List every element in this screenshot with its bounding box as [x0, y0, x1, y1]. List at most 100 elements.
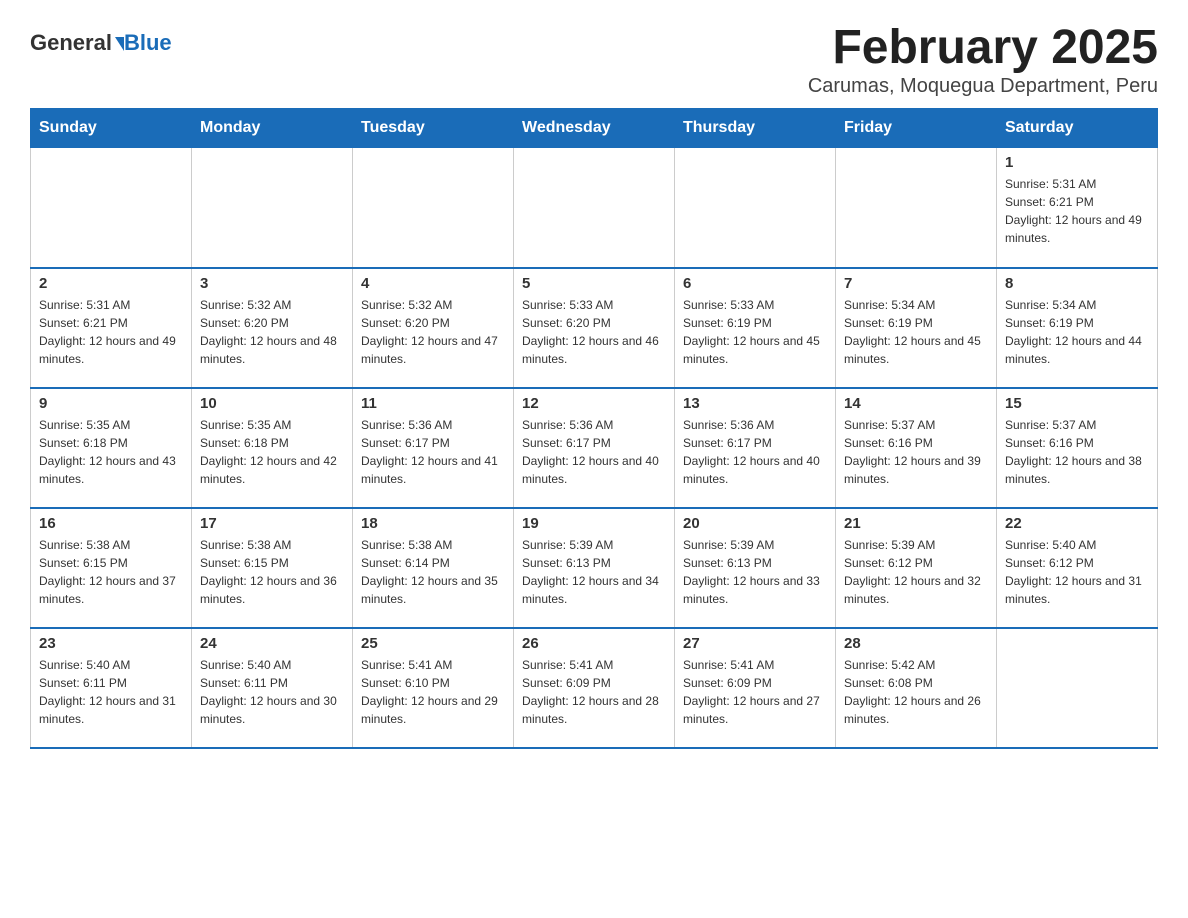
day-info: Sunrise: 5:37 AM Sunset: 6:16 PM Dayligh…: [844, 416, 988, 488]
calendar-cell: [353, 148, 514, 268]
calendar-cell: [514, 148, 675, 268]
calendar-cell: 19 Sunrise: 5:39 AM Sunset: 6:13 PM Dayli…: [514, 508, 675, 628]
day-number: 10: [200, 395, 344, 412]
calendar-week-row: 1Sunrise: 5:31 AM Sunset: 6:21 PM Daylig…: [31, 148, 1158, 268]
header-thursday: Thursday: [675, 109, 836, 148]
calendar-cell: 11 Sunrise: 5:36 AM Sunset: 6:17 PM Dayli…: [353, 388, 514, 508]
calendar-cell: 1Sunrise: 5:31 AM Sunset: 6:21 PM Daylig…: [997, 148, 1158, 268]
header-tuesday: Tuesday: [353, 109, 514, 148]
calendar-body: 1 Sunrise: 5:31 AM Sunset: 6:21 PM Daylig…: [31, 148, 1158, 748]
logo-general: General: [30, 30, 112, 56]
page-subtitle: Carumas, Moquegua Department, Peru: [808, 75, 1158, 98]
calendar-cell: 12 Sunrise: 5:36 AM Sunset: 6:17 PM Dayli…: [514, 388, 675, 508]
calendar-week-row: 9 Sunrise: 5:35 AM Sunset: 6:18 PM Daylig…: [31, 388, 1158, 508]
day-info: Sunrise: 5:40 AM Sunset: 6:12 PM Dayligh…: [1005, 536, 1149, 608]
day-number: 7: [844, 275, 988, 292]
header-monday: Monday: [192, 109, 353, 148]
calendar-cell: 6Sunrise: 5:33 AM Sunset: 6:19 PM Daylig…: [675, 268, 836, 388]
calendar-cell: 23Sunrise: 5:40 AM Sunset: 6:11 PM Dayli…: [31, 628, 192, 748]
day-info: Sunrise: 5:40 AM Sunset: 6:11 PM Dayligh…: [39, 656, 183, 728]
day-info: Sunrise: 5:39 AM Sunset: 6:13 PM Dayligh…: [683, 536, 827, 608]
calendar-cell: 18Sunrise: 5:38 AM Sunset: 6:14 PM Dayli…: [353, 508, 514, 628]
calendar-cell: [997, 628, 1158, 748]
day-info: Sunrise: 5:42 AM Sunset: 6:08 PM Dayligh…: [844, 656, 988, 728]
day-number: 19: [522, 515, 666, 532]
day-info: Sunrise: 5:31 AM Sunset: 6:21 PM Dayligh…: [39, 296, 183, 368]
calendar-header: Sunday Monday Tuesday Wednesday Thursday…: [31, 109, 1158, 148]
calendar-cell: 20 Sunrise: 5:39 AM Sunset: 6:13 PM Dayli…: [675, 508, 836, 628]
day-info: Sunrise: 5:41 AM Sunset: 6:10 PM Dayligh…: [361, 656, 505, 728]
day-info: Sunrise: 5:32 AM Sunset: 6:20 PM Dayligh…: [361, 296, 505, 368]
page-header: General Blue February 2025 Carumas, Moque…: [30, 20, 1158, 98]
day-number: 5: [522, 275, 666, 292]
calendar-cell: 8Sunrise: 5:34 AM Sunset: 6:19 PM Daylig…: [997, 268, 1158, 388]
calendar-cell: 13 Sunrise: 5:36 AM Sunset: 6:17 PM Dayli…: [675, 388, 836, 508]
day-number: 16: [39, 515, 183, 532]
calendar-cell: [675, 148, 836, 268]
day-number: 11: [361, 395, 505, 412]
calendar-cell: 17Sunrise: 5:38 AM Sunset: 6:15 PM Dayli…: [192, 508, 353, 628]
calendar-cell: 15 Sunrise: 5:37 AM Sunset: 6:16 PM Dayli…: [997, 388, 1158, 508]
day-number: 9: [39, 395, 183, 412]
day-info: Sunrise: 5:35 AM Sunset: 6:18 PM Dayligh…: [39, 416, 183, 488]
day-number: 22: [1005, 515, 1149, 532]
calendar-cell: 9 Sunrise: 5:35 AM Sunset: 6:18 PM Daylig…: [31, 388, 192, 508]
header-sunday: Sunday: [31, 109, 192, 148]
day-info: Sunrise: 5:41 AM Sunset: 6:09 PM Dayligh…: [683, 656, 827, 728]
day-number: 25: [361, 635, 505, 652]
header-saturday: Saturday: [997, 109, 1158, 148]
day-number: 15: [1005, 395, 1149, 412]
day-number: 14: [844, 395, 988, 412]
day-info: Sunrise: 5:38 AM Sunset: 6:14 PM Dayligh…: [361, 536, 505, 608]
day-number: 21: [844, 515, 988, 532]
day-number: 2: [39, 275, 183, 292]
calendar-cell: 3 Sunrise: 5:32 AM Sunset: 6:20 PM Daylig…: [192, 268, 353, 388]
logo-blue: Blue: [124, 30, 172, 55]
day-number: 1: [1005, 154, 1149, 171]
day-number: 3: [200, 275, 344, 292]
calendar-cell: 5 Sunrise: 5:33 AM Sunset: 6:20 PM Daylig…: [514, 268, 675, 388]
header-friday: Friday: [836, 109, 997, 148]
day-info: Sunrise: 5:41 AM Sunset: 6:09 PM Dayligh…: [522, 656, 666, 728]
calendar-cell: 2 Sunrise: 5:31 AM Sunset: 6:21 PM Daylig…: [31, 268, 192, 388]
calendar-cell: 28 Sunrise: 5:42 AM Sunset: 6:08 PM Dayli…: [836, 628, 997, 748]
day-info: Sunrise: 5:32 AM Sunset: 6:20 PM Dayligh…: [200, 296, 344, 368]
page-title: February 2025: [808, 20, 1158, 75]
day-info: Sunrise: 5:33 AM Sunset: 6:20 PM Dayligh…: [522, 296, 666, 368]
calendar-cell: 10 Sunrise: 5:35 AM Sunset: 6:18 PM Dayli…: [192, 388, 353, 508]
day-info: Sunrise: 5:36 AM Sunset: 6:17 PM Dayligh…: [522, 416, 666, 488]
day-info: Sunrise: 5:36 AM Sunset: 6:17 PM Dayligh…: [361, 416, 505, 488]
day-info: Sunrise: 5:34 AM Sunset: 6:19 PM Dayligh…: [1005, 296, 1149, 368]
calendar-week-row: 23Sunrise: 5:40 AM Sunset: 6:11 PM Dayli…: [31, 628, 1158, 748]
logo: General Blue: [30, 30, 172, 56]
day-info: Sunrise: 5:37 AM Sunset: 6:16 PM Dayligh…: [1005, 416, 1149, 488]
day-number: 28: [844, 635, 988, 652]
calendar-cell: 16Sunrise: 5:38 AM Sunset: 6:15 PM Dayli…: [31, 508, 192, 628]
header-wednesday: Wednesday: [514, 109, 675, 148]
day-number: 26: [522, 635, 666, 652]
calendar-week-row: 16 Sunrise: 5:38 AM Sunset: 6:15 PM Dayli…: [31, 508, 1158, 628]
day-info: Sunrise: 5:39 AM Sunset: 6:13 PM Dayligh…: [522, 536, 666, 608]
calendar-cell: 21 Sunrise: 5:39 AM Sunset: 6:12 PM Dayli…: [836, 508, 997, 628]
calendar-cell: 25 Sunrise: 5:41 AM Sunset: 6:10 PM Dayli…: [353, 628, 514, 748]
calendar-cell: [192, 148, 353, 268]
day-number: 12: [522, 395, 666, 412]
day-info: Sunrise: 5:39 AM Sunset: 6:12 PM Dayligh…: [844, 536, 988, 608]
day-number: 24: [200, 635, 344, 652]
calendar-cell: 7 Sunrise: 5:34 AM Sunset: 6:19 PM Daylig…: [836, 268, 997, 388]
day-info: Sunrise: 5:38 AM Sunset: 6:15 PM Dayligh…: [200, 536, 344, 608]
day-info: Sunrise: 5:36 AM Sunset: 6:17 PM Dayligh…: [683, 416, 827, 488]
calendar-cell: 4 Sunrise: 5:32 AM Sunset: 6:20 PM Daylig…: [353, 268, 514, 388]
day-number: 4: [361, 275, 505, 292]
calendar-cell: 22 Sunrise: 5:40 AM Sunset: 6:12 PM Dayli…: [997, 508, 1158, 628]
day-info: Sunrise: 5:40 AM Sunset: 6:11 PM Dayligh…: [200, 656, 344, 728]
day-number: 27: [683, 635, 827, 652]
day-info: Sunrise: 5:35 AM Sunset: 6:18 PM Dayligh…: [200, 416, 344, 488]
calendar-cell: 27 Sunrise: 5:41 AM Sunset: 6:09 PM Dayli…: [675, 628, 836, 748]
calendar-week-row: 2 Sunrise: 5:31 AM Sunset: 6:21 PM Daylig…: [31, 268, 1158, 388]
calendar-table: Sunday Monday Tuesday Wednesday Thursday…: [30, 108, 1158, 749]
title-area: February 2025 Carumas, Moquegua Departme…: [808, 20, 1158, 98]
day-info: Sunrise: 5:34 AM Sunset: 6:19 PM Dayligh…: [844, 296, 988, 368]
day-number: 20: [683, 515, 827, 532]
day-number: 13: [683, 395, 827, 412]
